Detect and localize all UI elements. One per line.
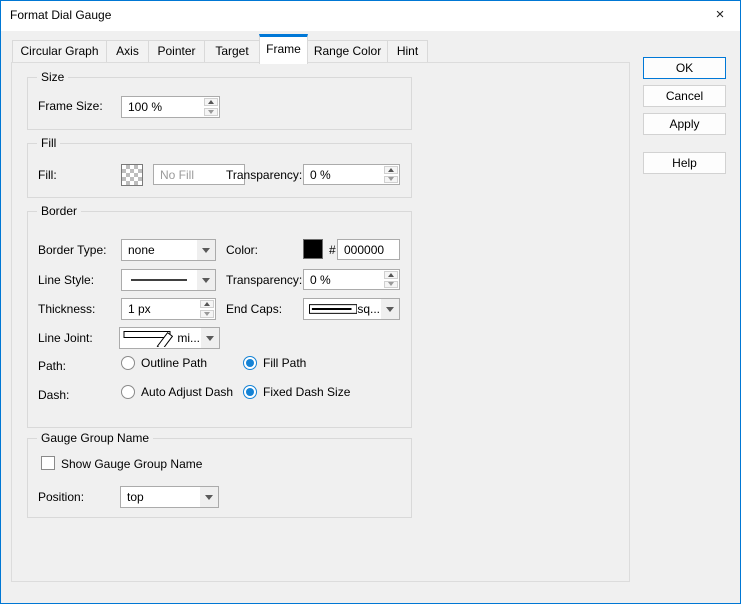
tab-circular-graph[interactable]: Circular Graph: [12, 40, 107, 63]
line-joint-dropdown[interactable]: mi...: [119, 327, 220, 349]
radio-icon: [121, 385, 135, 399]
spin-up-button[interactable]: [200, 300, 214, 308]
format-dial-gauge-dialog: Format Dial Gauge × Circular Graph Axis …: [0, 0, 741, 604]
fill-group-title: Fill: [37, 136, 60, 150]
spin-down-button[interactable]: [204, 108, 218, 116]
size-group: Size Frame Size: 100 %: [27, 77, 412, 130]
apply-button[interactable]: Apply: [643, 113, 726, 135]
border-color-swatch[interactable]: [303, 239, 323, 259]
tab-axis[interactable]: Axis: [106, 40, 149, 63]
chevron-down-icon[interactable]: [381, 299, 399, 319]
chevron-down-icon[interactable]: [201, 328, 219, 348]
end-caps-value: sq...: [357, 299, 381, 319]
frame-size-spin-buttons: [203, 97, 219, 117]
line-style-label: Line Style:: [38, 273, 94, 287]
tab-pointer[interactable]: Pointer: [148, 40, 205, 63]
dialog-title: Format Dial Gauge: [10, 8, 111, 22]
line-joint-label: Line Joint:: [38, 331, 93, 345]
radio-label: Fixed Dash Size: [263, 385, 350, 399]
border-transparency-spin-buttons: [383, 270, 399, 289]
line-style-preview-icon: [122, 270, 197, 290]
frame-size-value: 100 %: [122, 97, 203, 117]
fill-transparency-value: 0 %: [304, 165, 383, 184]
thickness-spin-buttons: [199, 299, 215, 319]
spin-down-button[interactable]: [200, 310, 214, 318]
cancel-button[interactable]: Cancel: [643, 85, 726, 107]
radio-auto-adjust-dash[interactable]: Auto Adjust Dash: [121, 385, 233, 399]
spin-down-button[interactable]: [384, 176, 398, 184]
thickness-label: Thickness:: [38, 302, 95, 316]
tab-range-color[interactable]: Range Color: [307, 40, 388, 63]
thickness-spinner[interactable]: 1 px: [121, 298, 216, 320]
frame-tab-page: Size Frame Size: 100 % Fill Fill: No Fil…: [11, 62, 630, 582]
gauge-group-name-title: Gauge Group Name: [37, 431, 153, 445]
help-button[interactable]: Help: [643, 152, 726, 174]
border-color-hex-value: 000000: [338, 240, 399, 259]
show-gauge-group-name-label: Show Gauge Group Name: [61, 457, 202, 471]
fill-label: Fill:: [38, 168, 57, 182]
spin-down-button[interactable]: [384, 281, 398, 289]
border-type-label: Border Type:: [38, 243, 106, 257]
title-bar: Format Dial Gauge ×: [1, 1, 740, 31]
show-gauge-group-name-checkbox[interactable]: [41, 456, 55, 470]
chevron-down-icon[interactable]: [197, 270, 215, 290]
line-joint-preview-icon: [120, 328, 177, 348]
path-label: Path:: [38, 359, 66, 373]
border-type-dropdown[interactable]: none: [121, 239, 216, 261]
chevron-down-icon[interactable]: [197, 240, 215, 260]
border-type-value: none: [122, 240, 197, 260]
border-transparency-spinner[interactable]: 0 %: [303, 269, 400, 290]
spin-up-button[interactable]: [204, 98, 218, 106]
radio-outline-path[interactable]: Outline Path: [121, 356, 207, 370]
end-caps-label: End Caps:: [226, 302, 282, 316]
fill-pattern-swatch-icon[interactable]: [121, 164, 143, 186]
border-color-label: Color:: [226, 243, 258, 257]
tab-hint[interactable]: Hint: [387, 40, 428, 63]
border-transparency-value: 0 %: [304, 270, 383, 289]
thickness-value: 1 px: [122, 299, 199, 319]
ok-button[interactable]: OK: [643, 57, 726, 79]
radio-icon: [121, 356, 135, 370]
frame-size-label: Frame Size:: [38, 99, 103, 113]
radio-checked-icon: [243, 385, 257, 399]
tab-frame[interactable]: Frame: [259, 34, 308, 64]
radio-checked-icon: [243, 356, 257, 370]
position-value: top: [121, 487, 200, 507]
border-group-title: Border: [37, 204, 81, 218]
line-style-dropdown[interactable]: [121, 269, 216, 291]
radio-label: Fill Path: [263, 356, 306, 370]
size-group-title: Size: [37, 70, 68, 84]
border-transparency-label: Transparency:: [226, 273, 302, 287]
radio-label: Outline Path: [141, 356, 207, 370]
radio-fixed-dash-size[interactable]: Fixed Dash Size: [243, 385, 350, 399]
border-color-hash: #: [329, 243, 336, 257]
border-color-hex-input[interactable]: 000000: [337, 239, 400, 260]
close-icon[interactable]: ×: [707, 3, 733, 27]
line-joint-value: mi...: [177, 328, 201, 348]
tab-target[interactable]: Target: [204, 40, 260, 63]
spin-up-button[interactable]: [384, 271, 398, 279]
radio-fill-path[interactable]: Fill Path: [243, 356, 306, 370]
fill-transparency-label: Transparency:: [226, 168, 302, 182]
gauge-group-name-group: Gauge Group Name Show Gauge Group Name P…: [27, 438, 412, 518]
position-label: Position:: [38, 490, 84, 504]
end-caps-preview-icon: [304, 299, 357, 319]
frame-size-spinner[interactable]: 100 %: [121, 96, 220, 118]
spin-up-button[interactable]: [384, 166, 398, 174]
chevron-down-icon[interactable]: [200, 487, 218, 507]
position-dropdown[interactable]: top: [120, 486, 219, 508]
fill-group: Fill Fill: No Fill Transparency: 0 %: [27, 143, 412, 198]
end-caps-dropdown[interactable]: sq...: [303, 298, 400, 320]
fill-transparency-spinner[interactable]: 0 %: [303, 164, 400, 185]
radio-label: Auto Adjust Dash: [141, 385, 233, 399]
dash-label: Dash:: [38, 388, 69, 402]
fill-transparency-spin-buttons: [383, 165, 399, 184]
border-group: Border Border Type: none Color: # 000000…: [27, 211, 412, 428]
